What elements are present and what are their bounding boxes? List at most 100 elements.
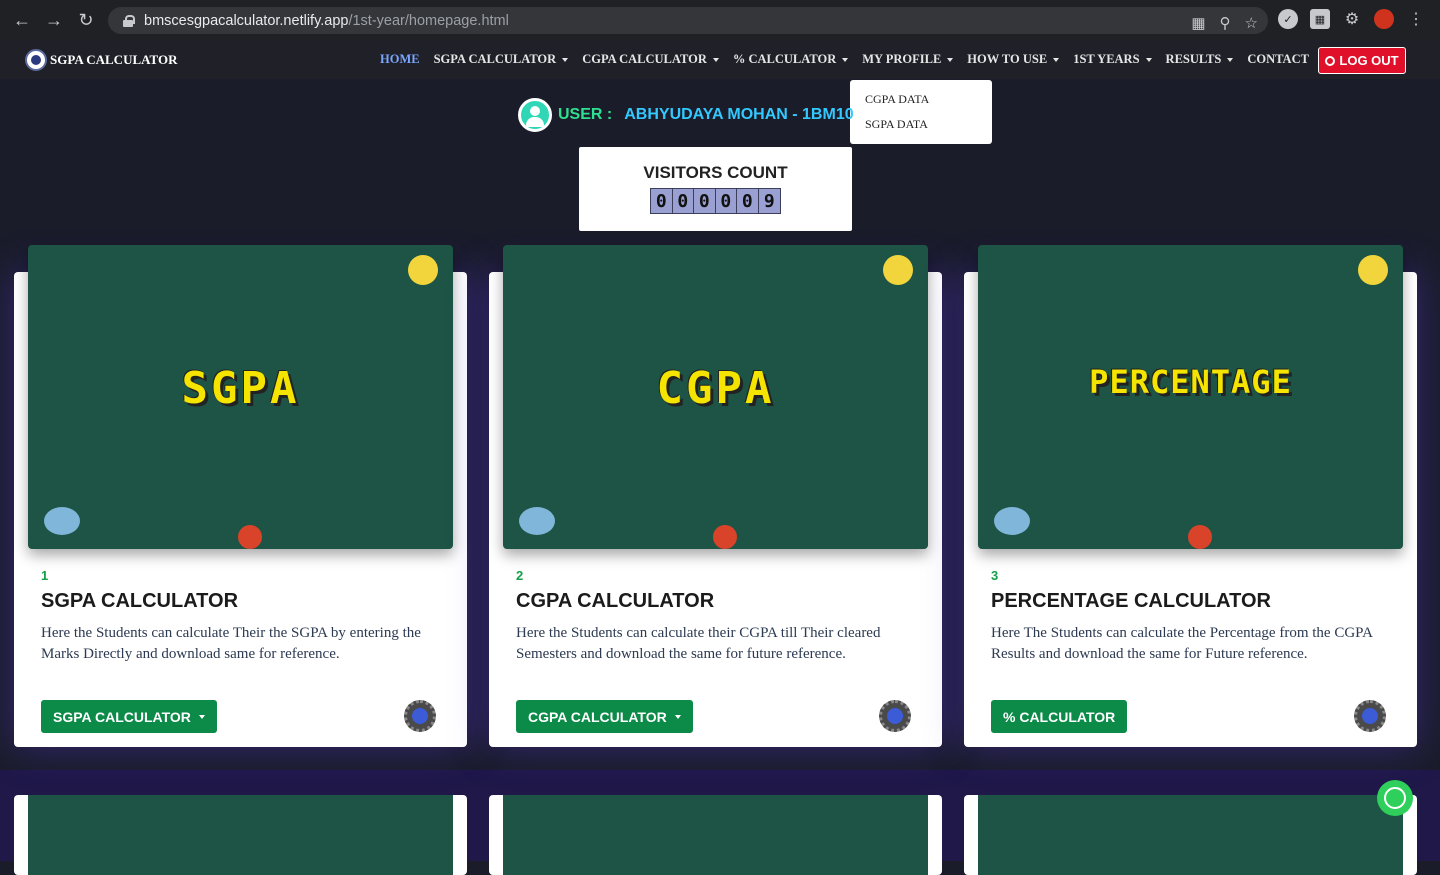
dropdown-item-sgpa-data[interactable]: SGPA DATA	[850, 117, 992, 142]
card-description: Here the Students can calculate Their th…	[41, 625, 421, 662]
counter-digit: 0	[694, 189, 716, 213]
nav-menu: HOME SGPA CALCULATOR CGPA CALCULATOR % CALC…	[380, 40, 1323, 79]
nav-item-contact[interactable]: CONTACT	[1247, 52, 1309, 67]
caret-down-icon	[712, 57, 719, 62]
logout-label: LOG OUT	[1339, 53, 1399, 68]
extension-icon-2[interactable]: ▦	[1310, 9, 1330, 29]
whatsapp-icon[interactable]	[1377, 780, 1413, 816]
card-image: PERCENTAGE	[978, 245, 1403, 549]
card-image-text: PERCENTAGE	[1089, 363, 1292, 401]
card-description: Here The Students can calculate the Perc…	[991, 625, 1373, 662]
nav-item-label: RESULTS	[1165, 52, 1222, 66]
card-image-text: SGPA	[181, 363, 300, 414]
translate-icon[interactable]: ▦	[1191, 14, 1205, 32]
reload-icon[interactable]: ↻	[70, 4, 102, 36]
card-title: SGPA CALCULATOR	[41, 590, 239, 612]
card-percentage: PERCENTAGE 3 PERCENTAGE CALCULATOR Here …	[964, 245, 1417, 747]
visitors-counter: 0 0 0 0 0 9	[650, 188, 781, 214]
counter-digit: 0	[672, 189, 694, 213]
user-avatar-icon	[518, 98, 552, 132]
counter-digit: 0	[651, 189, 673, 213]
logout-button[interactable]: LOG OUT	[1318, 47, 1406, 74]
counter-digit: 0	[737, 189, 759, 213]
card-image	[28, 795, 453, 875]
nav-item-home[interactable]: HOME	[380, 52, 420, 67]
nav-item-label: MY PROFILE	[862, 52, 942, 66]
url-path: /1st-year/homepage.html	[348, 12, 509, 29]
my-profile-dropdown: CGPA DATA SGPA DATA	[850, 80, 992, 144]
percentage-calculator-button[interactable]: % CALCULATOR	[991, 700, 1128, 733]
url-host: bmscesgpacalculator.netlify.app	[144, 12, 349, 29]
nav-item-label: HOW TO USE	[967, 52, 1048, 66]
nav-item-results[interactable]: RESULTS	[1166, 52, 1234, 67]
nav-item-sgpa-calculator[interactable]: SGPA CALCULATOR	[434, 52, 569, 67]
caret-down-icon	[1053, 57, 1060, 62]
address-bar[interactable]: bmscesgpacalculator.netlify.app/1st-year…	[108, 7, 1268, 34]
card-partial	[964, 795, 1417, 875]
card-partial	[489, 795, 942, 875]
card-cgpa: CGPA 2 CGPA CALCULATOR Here the Students…	[489, 245, 942, 747]
power-icon	[1325, 55, 1336, 66]
back-icon[interactable]: ←	[6, 4, 38, 36]
college-badge-icon	[404, 700, 436, 732]
card-image	[503, 795, 928, 875]
nav-item-calculator[interactable]: % CALCULATOR	[732, 52, 849, 67]
site-navbar: SGPA CALCULATOR HOME SGPA CALCULATOR CGPA …	[0, 40, 1440, 79]
nav-item-1st-years[interactable]: 1ST YEARS	[1073, 52, 1152, 67]
caret-down-icon	[198, 714, 205, 719]
cgpa-calculator-button[interactable]: CGPA CALCULATOR	[516, 700, 693, 733]
profile-avatar[interactable]	[1374, 9, 1394, 29]
card-number: 3	[991, 568, 999, 583]
card-number: 2	[516, 568, 524, 583]
nav-item-label: HOME	[380, 52, 420, 66]
forward-icon[interactable]: →	[38, 4, 70, 36]
card-image	[978, 795, 1403, 875]
caret-down-icon	[674, 714, 681, 719]
lock-icon	[122, 14, 135, 27]
card-description: Here the Students can calculate their CG…	[516, 625, 881, 662]
button-label: % CALCULATOR	[1003, 708, 1116, 725]
caret-down-icon	[842, 57, 849, 62]
card-title: CGPA CALCULATOR	[516, 590, 715, 612]
dropdown-item-cgpa-data[interactable]: CGPA DATA	[850, 92, 992, 117]
user-name: ABHYUDAYA MOHAN - 1BM10	[624, 106, 854, 123]
nav-item-my-profile[interactable]: MY PROFILE	[862, 52, 954, 67]
caret-down-icon	[562, 57, 569, 62]
button-label: SGPA CALCULATOR	[53, 708, 191, 725]
logo-icon	[25, 49, 47, 71]
nav-item-how-to-use[interactable]: HOW TO USE	[967, 52, 1060, 67]
visitors-title: VISITORS COUNT	[643, 163, 788, 182]
nav-item-label: % CALCULATOR	[732, 52, 837, 66]
nav-item-label: CGPA CALCULATOR	[582, 52, 707, 66]
brand[interactable]: SGPA CALCULATOR	[25, 49, 178, 71]
card-image: CGPA	[503, 245, 928, 549]
card-sgpa: SGPA 1 SGPA CALCULATOR Here the Students…	[14, 245, 467, 747]
visitors-count-box: VISITORS COUNT 0 0 0 0 0 9	[579, 147, 852, 231]
button-label: CGPA CALCULATOR	[528, 708, 667, 725]
sgpa-calculator-button[interactable]: SGPA CALCULATOR	[41, 700, 217, 733]
college-badge-icon	[1354, 700, 1386, 732]
nav-item-label: CONTACT	[1247, 52, 1309, 66]
browser-toolbar: ← → ↻ bmscesgpacalculator.netlify.app/1s…	[0, 0, 1440, 40]
zoom-icon[interactable]: ⚲	[1220, 14, 1231, 32]
brand-label: SGPA CALCULATOR	[50, 52, 178, 67]
card-image: SGPA	[28, 245, 453, 549]
college-badge-icon	[879, 700, 911, 732]
user-info: USER : ABHYUDAYA MOHAN - 1BM10	[518, 98, 856, 132]
nav-item-cgpa-calculator[interactable]: CGPA CALCULATOR	[582, 52, 719, 67]
nav-item-label: SGPA CALCULATOR	[433, 52, 557, 66]
card-image-text: CGPA	[656, 363, 775, 414]
bookmark-star-icon[interactable]: ☆	[1245, 14, 1258, 32]
puzzle-icon[interactable]: ⚙	[1342, 9, 1362, 29]
caret-down-icon	[947, 57, 954, 62]
card-number: 1	[41, 568, 49, 583]
kebab-menu-icon[interactable]: ⋮	[1406, 9, 1426, 29]
card-partial	[14, 795, 467, 875]
extension-icon-1[interactable]: ✓	[1278, 9, 1298, 29]
caret-down-icon	[1227, 57, 1234, 62]
counter-digit: 9	[758, 189, 780, 213]
user-label: USER :	[558, 106, 613, 123]
nav-item-label: 1ST YEARS	[1073, 52, 1140, 66]
card-title: PERCENTAGE CALCULATOR	[991, 590, 1271, 612]
caret-down-icon	[1145, 57, 1152, 62]
